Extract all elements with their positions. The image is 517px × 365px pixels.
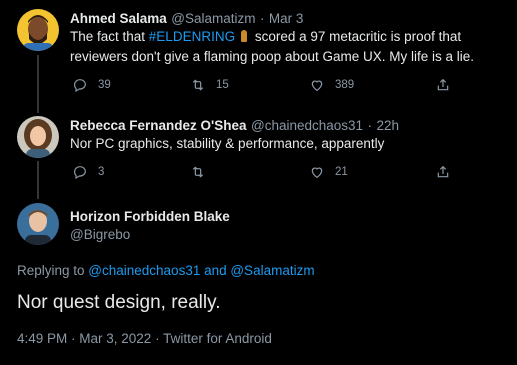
tweet-text-part: The fact that [70, 29, 149, 44]
heart-icon [311, 80, 323, 92]
share-button[interactable] [435, 77, 451, 93]
author-handle[interactable]: @Salamatizm [171, 11, 255, 26]
avatar-image [17, 9, 59, 51]
share-icon [437, 78, 449, 91]
like-button[interactable]: 21 [309, 164, 348, 180]
tweet-text: The fact that #ELDENRING scored a 97 met… [70, 27, 510, 67]
author-name[interactable]: Horizon Forbidden Blake [70, 208, 230, 226]
retweet-count: 15 [216, 79, 229, 91]
author-handle[interactable]: @chainedchaos31 [251, 118, 363, 133]
reply-count: 39 [98, 79, 111, 91]
separator-dot: · [367, 118, 372, 133]
tweet-date[interactable]: Mar 3 [269, 11, 304, 26]
avatar[interactable] [17, 203, 59, 245]
separator-dot: · [259, 11, 265, 26]
author-name-text: Horizon Forbidden Blake [70, 209, 230, 224]
like-count: 21 [335, 166, 348, 178]
tweet-header: Ahmed Salama @Salamatizm · Mar 3 [70, 10, 510, 28]
heart-icon [311, 167, 323, 179]
reply-count: 3 [98, 166, 105, 178]
tweet-timestamp[interactable]: 4:49 PM · Mar 3, 2022 · Twitter for Andr… [17, 331, 272, 346]
emoji-icon [241, 30, 248, 42]
tweet-text: Nor PC graphics, stability & performance… [70, 136, 385, 151]
retweet-button[interactable]: 15 [190, 77, 229, 93]
retweet-icon [192, 166, 204, 178]
reply-icon [74, 166, 86, 180]
retweet-button[interactable] [190, 164, 216, 180]
reply-button[interactable]: 3 [72, 164, 104, 180]
thread-line [37, 55, 39, 113]
author-handle[interactable]: @Bigrebo [70, 227, 130, 242]
reply-button[interactable]: 39 [72, 77, 111, 93]
replying-to-label: Replying to [17, 263, 89, 278]
retweet-icon [192, 79, 204, 91]
avatar[interactable] [17, 116, 59, 158]
avatar-image [17, 116, 59, 158]
author-name[interactable]: Rebecca Fernandez O'Shea [70, 118, 247, 133]
hashtag-link[interactable]: #ELDENRING [149, 29, 235, 44]
share-icon [437, 165, 449, 178]
avatar[interactable] [17, 9, 59, 51]
author-name[interactable]: Ahmed Salama [70, 11, 167, 26]
like-button[interactable]: 389 [309, 77, 354, 93]
like-count: 389 [335, 79, 355, 91]
tweet-header: Rebecca Fernandez O'Shea @chainedchaos31… [70, 117, 510, 135]
avatar-image [17, 203, 59, 245]
share-button[interactable] [435, 164, 451, 180]
replying-to-users[interactable]: @chainedchaos31 and @Salamatizm [88, 263, 314, 278]
tweet-date[interactable]: 22h [376, 118, 399, 133]
replying-to: Replying to @chainedchaos31 and @Salamat… [17, 263, 315, 278]
main-tweet-text: Nor quest design, really. [17, 292, 221, 313]
thread-line [37, 161, 39, 199]
reply-icon [74, 79, 86, 93]
